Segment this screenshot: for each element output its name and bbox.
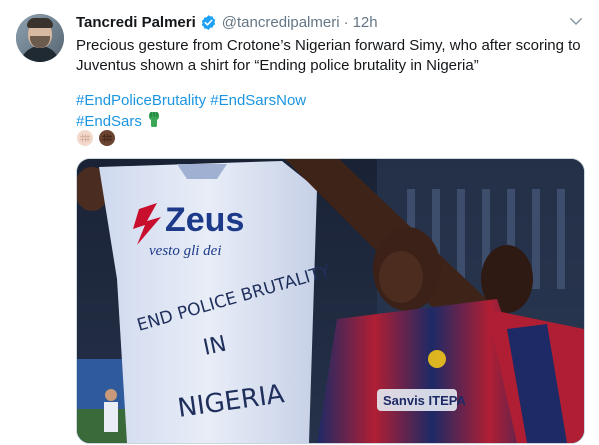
dark-fist-icon xyxy=(99,130,115,146)
separator-dot: · xyxy=(343,13,349,31)
tweet-timestamp[interactable]: 12h xyxy=(353,14,378,31)
verified-badge-icon xyxy=(201,14,215,30)
emoji-row xyxy=(76,129,116,147)
tweet-media-photo[interactable]: Zeus vesto gli dei END POLICE BRUTALITY … xyxy=(76,158,585,444)
tweet-text-line-1: Precious gesture from Crotone’s Nigerian… xyxy=(76,37,581,54)
hashtag-endpolicebrutality[interactable]: #EndPoliceBrutality xyxy=(76,92,206,109)
chevron-down-icon[interactable] xyxy=(567,12,585,30)
shirt-brand: Zeus xyxy=(165,201,244,239)
author-handle[interactable]: @tancredipalmeri xyxy=(222,14,340,31)
tweet-card[interactable]: Tancredi Palmeri @tancredipalmeri · 12h … xyxy=(0,0,599,445)
photo-illustration: Zeus vesto gli dei END POLICE BRUTALITY … xyxy=(77,159,584,443)
author-name[interactable]: Tancredi Palmeri xyxy=(76,14,196,31)
hashtag-block: #EndPoliceBrutality #EndSarsNow #EndSars xyxy=(76,91,306,132)
tweet-text: Precious gesture from Crotone’s Nigerian… xyxy=(76,36,586,76)
hashtag-endsars[interactable]: #EndSars xyxy=(76,113,142,130)
author-avatar[interactable] xyxy=(16,14,64,62)
shirt-slogan: vesto gli dei xyxy=(149,243,221,259)
tweet-header: Tancredi Palmeri @tancredipalmeri · 12h xyxy=(76,12,378,32)
light-fist-icon xyxy=(77,130,93,146)
hashtag-endsarsnow[interactable]: #EndSarsNow xyxy=(210,92,306,109)
jersey-sponsor: Sanvis ITEPA xyxy=(383,393,466,408)
green-fist-icon xyxy=(148,112,159,127)
tweet-text-line-2: Juventus shown a shirt for “Ending polic… xyxy=(76,57,479,74)
